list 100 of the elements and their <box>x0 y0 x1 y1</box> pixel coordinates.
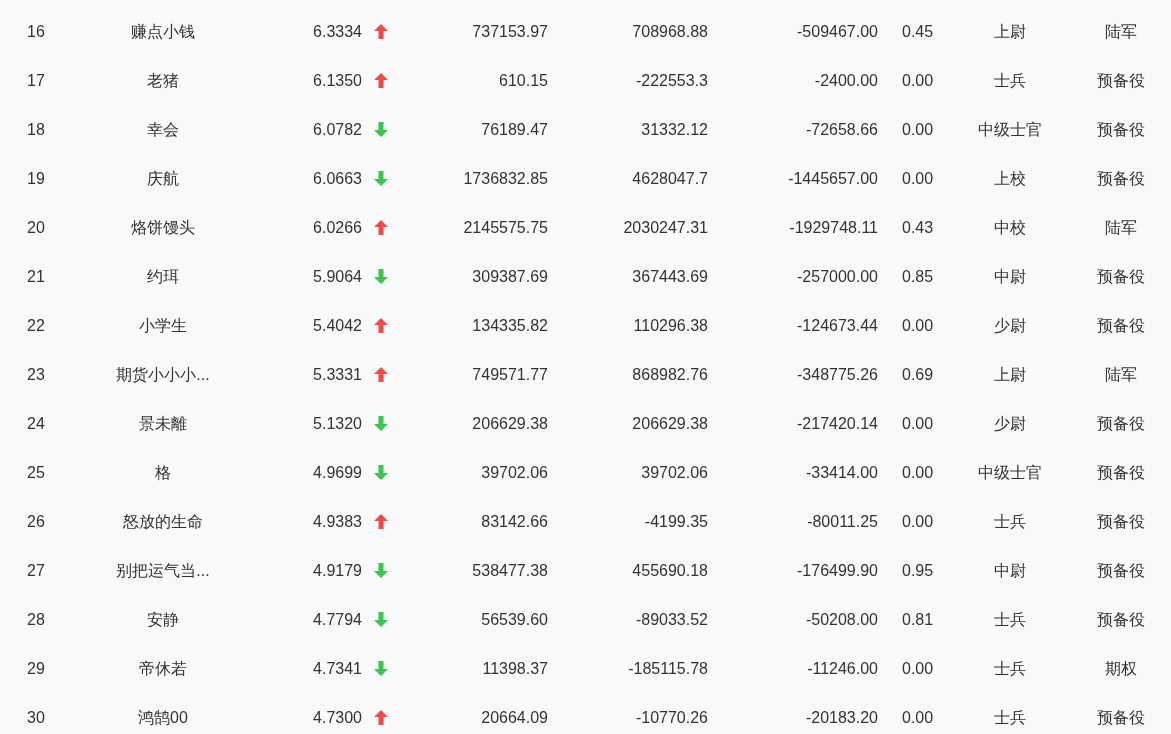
rank-title: 上尉 <box>993 21 1027 42</box>
table-cell-text: -11246.00 <box>806 658 878 679</box>
score-value: 4.7794 <box>313 609 362 630</box>
table-cell-text: 预备役 <box>1095 266 1146 287</box>
table-cell-text: 2145575.75 <box>462 217 548 238</box>
rank-title: 士兵 <box>993 609 1027 630</box>
rank-number: 27 <box>26 560 46 581</box>
rank-title: 上尉 <box>993 364 1027 385</box>
table-cell-text: -1929748.11 <box>788 217 878 238</box>
table-cell-text: 206629.38 <box>631 413 708 434</box>
rank-title: 少尉 <box>993 413 1027 434</box>
rank-number: 25 <box>26 462 46 483</box>
table-cell-text: -10770.26 <box>634 707 708 728</box>
table-cell-text: -4199.35 <box>643 511 708 532</box>
user-name: 景未離 <box>138 413 188 434</box>
score-value: 5.3331 <box>313 364 362 385</box>
table-cell-text: 134335.82 <box>471 315 548 336</box>
score-value: 5.9064 <box>313 266 362 287</box>
score-value: 4.7341 <box>313 658 362 679</box>
rank-number: 19 <box>26 168 46 189</box>
table-cell-text: 预备役 <box>1095 119 1146 140</box>
table-cell-text: 0.43 <box>901 217 935 238</box>
table-cell-text: 610.15 <box>498 70 548 91</box>
user-name: 期货小小小... <box>115 364 211 385</box>
table-cell-text: 39702.06 <box>640 462 708 483</box>
rank-title: 中级士官 <box>977 462 1043 483</box>
user-name: 安静 <box>146 609 180 630</box>
score-value: 4.7300 <box>313 707 362 728</box>
table-cell-text: 367443.69 <box>631 266 708 287</box>
table-cell-text: 预备役 <box>1095 413 1146 434</box>
rank-title: 少尉 <box>993 315 1027 336</box>
table-cell-text: 56539.60 <box>480 609 548 630</box>
rank-title: 中尉 <box>993 266 1027 287</box>
table-cell-text: 309387.69 <box>471 266 548 287</box>
rank-number: 24 <box>26 413 46 434</box>
table-cell-text: 4628047.7 <box>631 168 708 189</box>
table-cell-text: 2030247.31 <box>622 217 708 238</box>
table-cell-text: 11398.37 <box>481 658 548 679</box>
table-cell-text: 0.00 <box>901 119 935 140</box>
table-cell-text: 1736832.85 <box>462 168 548 189</box>
score-value: 6.0782 <box>313 119 362 140</box>
table-cell-text: 20664.09 <box>480 707 548 728</box>
rank-title: 士兵 <box>993 511 1027 532</box>
rank-number: 29 <box>26 658 46 679</box>
table-cell-text: -80011.25 <box>806 511 878 532</box>
table-cell-text: -222553.3 <box>634 70 708 91</box>
table-cell-text: 预备役 <box>1095 707 1146 728</box>
table-cell-text: 陆军 <box>1103 364 1138 385</box>
table-cell-text: 陆军 <box>1103 217 1138 238</box>
table-cell-text: 206629.38 <box>471 413 548 434</box>
table-cell-text: -176499.90 <box>796 560 878 581</box>
table-cell-text: 0.81 <box>901 609 935 630</box>
table-cell-text: -1445657.00 <box>787 168 878 189</box>
table-cell-text: 0.00 <box>901 462 935 483</box>
rank-number: 22 <box>26 315 46 336</box>
table-cell-text: -2400.00 <box>813 70 878 91</box>
table-cell-text: 0.00 <box>901 315 935 336</box>
table-cell-text: 749571.77 <box>471 364 548 385</box>
score-value: 4.9699 <box>313 462 362 483</box>
user-name: 幸会 <box>146 119 180 140</box>
table-cell-text: 83142.66 <box>480 511 548 532</box>
table-cell-text: 预备役 <box>1095 462 1146 483</box>
table-cell-text: 708968.88 <box>631 21 708 42</box>
user-name: 小学生 <box>138 315 188 336</box>
table-cell-text: 31332.12 <box>640 119 708 140</box>
table-cell-text: -50208.00 <box>804 609 878 630</box>
table-cell-text: 预备役 <box>1095 511 1146 532</box>
user-name: 帝休若 <box>138 658 188 679</box>
rank-number: 23 <box>26 364 46 385</box>
table-cell-text: 76189.47 <box>480 119 548 140</box>
table-cell-text: -89033.52 <box>634 609 708 630</box>
rank-number: 20 <box>26 217 46 238</box>
rank-number: 21 <box>26 266 46 287</box>
table-cell-text: 868982.76 <box>631 364 708 385</box>
table-cell-text: 737153.97 <box>471 21 548 42</box>
table-cell-text: 期权 <box>1103 658 1138 679</box>
table-cell-text: 预备役 <box>1095 609 1146 630</box>
rank-title: 士兵 <box>993 658 1027 679</box>
rank-number: 17 <box>26 70 46 91</box>
score-value: 5.1320 <box>313 413 362 434</box>
table-cell-text: -33414.00 <box>804 462 878 483</box>
rank-title: 中校 <box>993 217 1027 238</box>
user-name: 别把运气当... <box>115 560 211 581</box>
table-cell-text: -185115.78 <box>627 658 708 679</box>
rank-title: 士兵 <box>993 70 1027 91</box>
score-value: 6.0266 <box>313 217 362 238</box>
table-cell-text: 预备役 <box>1095 560 1146 581</box>
rank-title: 中尉 <box>993 560 1027 581</box>
table-cell-text: 0.85 <box>901 266 935 287</box>
user-name: 约珥 <box>146 266 180 287</box>
score-value: 6.0663 <box>313 168 362 189</box>
user-name: 老猪 <box>146 70 180 91</box>
table-cell-text: -72658.66 <box>804 119 878 140</box>
table-cell-text: 预备役 <box>1095 70 1146 91</box>
score-value: 5.4042 <box>313 315 362 336</box>
rank-number: 30 <box>26 707 46 728</box>
rank-number: 16 <box>26 21 46 42</box>
rank-title: 上校 <box>993 168 1027 189</box>
user-name: 格 <box>154 462 172 483</box>
table-cell-text: 0.45 <box>901 21 935 42</box>
